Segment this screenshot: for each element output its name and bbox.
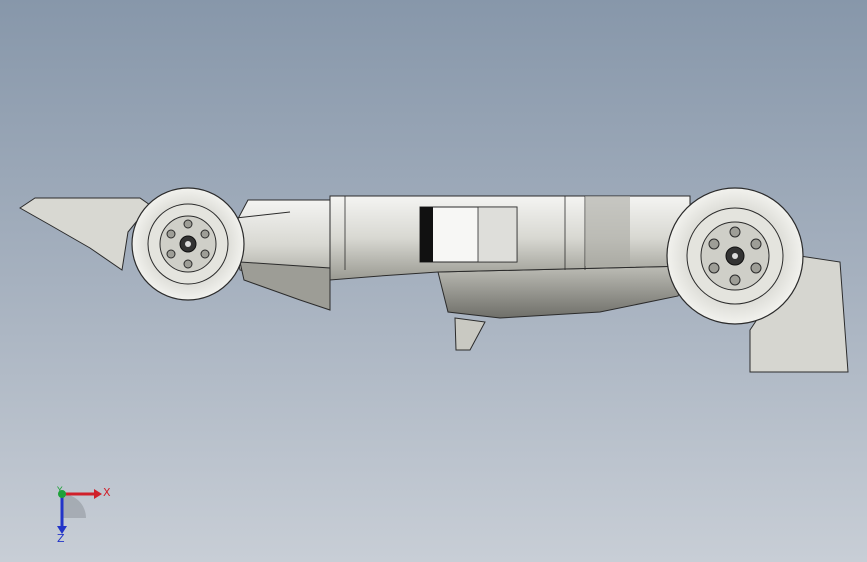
graphics-viewport[interactable]: X Y Z: [0, 0, 867, 562]
rear-wheel[interactable]: [666, 187, 804, 325]
axis-x-label: X: [103, 486, 111, 499]
front-wing: [19, 197, 151, 271]
race-car-model[interactable]: [0, 0, 867, 562]
front-wheel[interactable]: [131, 187, 245, 301]
diffuser: [454, 317, 486, 351]
axis-z-label: Z: [57, 532, 65, 545]
floor-sidepod: [437, 265, 691, 319]
axis-y-label: Y: [57, 486, 63, 496]
